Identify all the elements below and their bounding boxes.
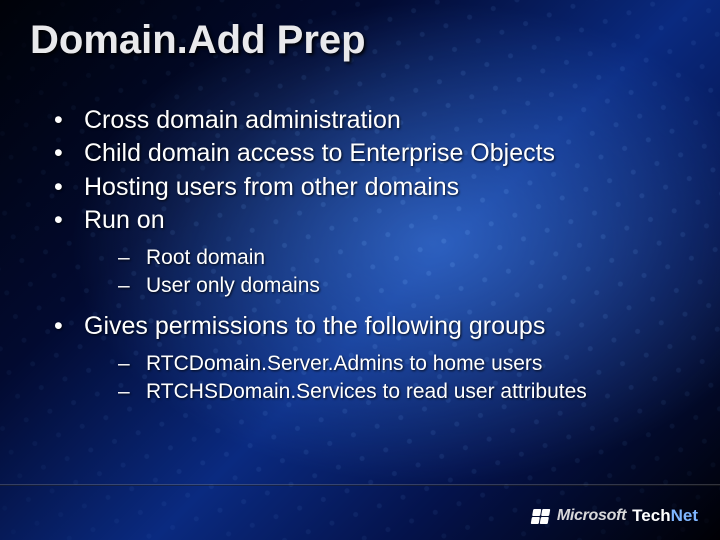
bullet-text: Cross domain administration [84, 106, 401, 134]
brand-text: Microsoft [557, 507, 626, 525]
bullet-text: Gives permissions to the following group… [84, 312, 545, 340]
sub-list: RTCDomain.Server.Admins to home users RT… [84, 350, 690, 407]
list-item: Cross domain administration [50, 105, 690, 136]
list-item: Root domain [118, 244, 690, 272]
list-item: User only domains [118, 272, 690, 300]
list-item: Run on Root domain User only domains [50, 205, 690, 301]
product-net: Net [671, 506, 698, 525]
bullet-list: Cross domain administration Child domain… [30, 105, 690, 407]
list-item: RTCHSDomain.Services to read user attrib… [118, 378, 690, 406]
bullet-text: Hosting users from other domains [84, 173, 459, 201]
bullet-text: RTCHSDomain.Services to read user attrib… [146, 380, 587, 403]
bullet-text: Root domain [146, 246, 265, 269]
bullet-text: RTCDomain.Server.Admins to home users [146, 352, 542, 375]
product-text: TechNet [632, 506, 698, 526]
windows-flag-icon [531, 509, 551, 524]
slide: Domain.Add Prep Cross domain administrat… [0, 0, 720, 540]
list-item: Gives permissions to the following group… [50, 311, 690, 407]
bullet-text: User only domains [146, 274, 320, 297]
footer-logo: Microsoft TechNet [532, 506, 698, 526]
list-item: Hosting users from other domains [50, 172, 690, 203]
list-item: Child domain access to Enterprise Object… [50, 138, 690, 169]
list-item: RTCDomain.Server.Admins to home users [118, 350, 690, 378]
bullet-text: Run on [84, 206, 165, 234]
bullet-text: Child domain access to Enterprise Object… [84, 139, 555, 167]
divider [0, 484, 720, 486]
sub-list: Root domain User only domains [84, 244, 690, 301]
product-tech: Tech [632, 506, 670, 525]
slide-title: Domain.Add Prep [30, 18, 690, 63]
